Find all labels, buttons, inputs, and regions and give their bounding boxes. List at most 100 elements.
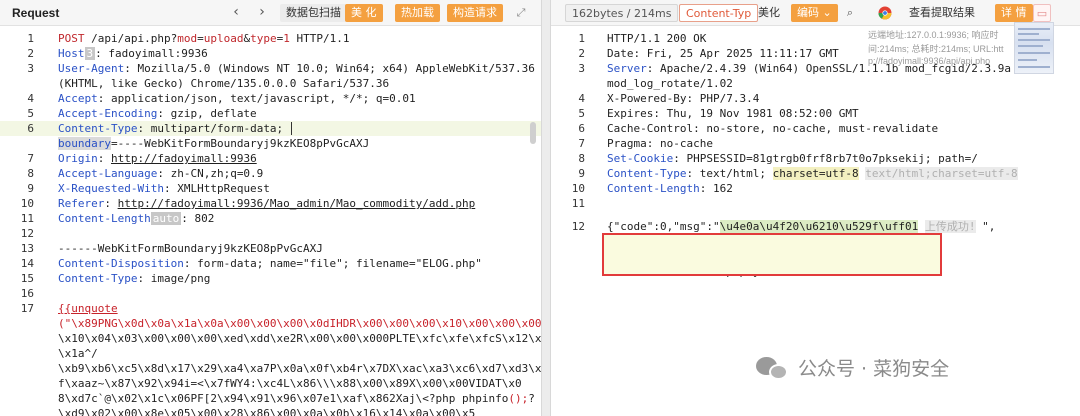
code-text: X-Powered-By: PHP/7.3.4	[607, 92, 760, 105]
line-content: X-Requested-With: XMLHttpRequest	[58, 181, 531, 196]
view-extract-button[interactable]: 查看提取结果	[903, 4, 981, 22]
response-code-line[interactable]: 8 Set-Cookie: PHPSESSID=81gtrgb0frf8rb7t0…	[551, 151, 1080, 166]
response-code-line[interactable]: 11	[551, 196, 1080, 211]
header-key: Host	[58, 47, 85, 60]
response-code-line[interactable]: 12 {"code":0,"msg":"\u4e0a\u4f20\u6210\u5…	[551, 219, 1080, 234]
request-code-line[interactable]: 8\xd7c`@\x02\x1c\x06PF[2\x94\x91\x96\x07…	[0, 391, 541, 406]
response-code-line[interactable]: 6 Cache-Control: no-store, no-cache, must…	[551, 121, 1080, 136]
request-code-line[interactable]: 16	[0, 286, 541, 301]
code-text: =	[197, 32, 204, 45]
hot-load-button[interactable]: 热加载	[395, 4, 440, 22]
request-code-line[interactable]: (KHTML, like Gecko) Chrome/135.0.0.0 Saf…	[0, 76, 541, 91]
watermark-text: 公众号 · 菜狗安全	[798, 358, 950, 380]
request-code-line[interactable]: \x1a^/	[0, 346, 541, 361]
request-code-line[interactable]: 8 Accept-Language: zh-CN,zh;q=0.9	[0, 166, 541, 181]
header-key: Content-Length	[58, 212, 151, 225]
line-number: 1	[578, 32, 585, 45]
watermark: 公众号 · 菜狗安全	[756, 354, 949, 381]
line-number: 11	[571, 197, 585, 210]
line-number: 6	[27, 122, 34, 135]
forward-arrow-icon[interactable]: ›	[254, 4, 270, 20]
request-code-line[interactable]: 3 User-Agent: Mozilla/5.0 (Windows NT 10.…	[0, 61, 541, 76]
packet-scan-button[interactable]: 数据包扫描	[280, 4, 347, 22]
content-type-button[interactable]: Content-Typ	[679, 4, 759, 22]
code-text: 8\xd7c`@\x02\x1c\x06PF[2\x94\x91\x96\x07…	[58, 392, 509, 405]
code-text: : application/json, text/javascript, */*…	[97, 92, 416, 105]
request-code-line[interactable]: 1 POST /api/api.php?mod=upload&type=1 HTT…	[0, 31, 541, 46]
request-code-line[interactable]: 13 ------WebKitFormBoundaryj9kzKEO8pPvGcA…	[0, 241, 541, 256]
encoding-dropdown[interactable]: 编码 ⌄	[791, 4, 838, 22]
response-code-line[interactable]: 3 Server: Apache/2.4.39 (Win64) OpenSSL/1…	[551, 61, 1080, 76]
response-code-line[interactable]: 5 Expires: Thu, 19 Nov 1981 08:52:00 GMT	[551, 106, 1080, 121]
url-link[interactable]: http://fadoyimall:9936/Mao_admin/Mao_com…	[118, 197, 476, 210]
request-code-line[interactable]: 7 Origin: http://fadoyimall:9936	[0, 151, 541, 166]
request-code-line[interactable]: ("\x89PNG\x0d\x0a\x1a\x0a\x00\x00\x00\x0…	[0, 316, 541, 331]
beautify-button[interactable]: 美 化	[345, 4, 383, 22]
code-text: : zh-CN,zh;q=0.9	[157, 167, 264, 180]
response-code-line[interactable]: mod_log_rotate/1.02	[551, 76, 1080, 91]
line-number: 15	[20, 272, 34, 285]
code-text: (KHTML, like Gecko) Chrome/135.0.0.0 Saf…	[58, 77, 390, 90]
code-text: : 162	[699, 182, 733, 195]
code-text: ------WebKitFormBoundaryj9kzKEO8pPvGcAXJ	[58, 242, 323, 255]
request-title: Request	[12, 6, 60, 20]
request-scroll-thumb[interactable]	[530, 122, 536, 144]
request-code-line[interactable]: 9 X-Requested-With: XMLHttpRequest	[0, 181, 541, 196]
line-content: {{unquote	[58, 301, 531, 316]
request-token: POST	[58, 32, 85, 45]
code-text: /api/api.php?	[84, 32, 178, 45]
chrome-icon[interactable]	[876, 4, 894, 22]
pane-divider[interactable]	[542, 0, 550, 416]
response-code-line[interactable]: 10 Content-Length: 162	[551, 181, 1080, 196]
request-code-line[interactable]: \x10\x04\x03\x00\x00\x00\xed\xdd\xe2R\x0…	[0, 331, 541, 346]
request-code-line[interactable]: 11 Content-Length auto: 802	[0, 211, 541, 226]
text-cursor	[290, 122, 292, 135]
remote-info-line-2: 间:214ms; 总耗时:214ms; URL:htt	[868, 44, 1004, 54]
expand-icon[interactable]: ⤢	[512, 4, 530, 22]
line-number: 2	[578, 47, 585, 60]
request-code-line[interactable]: 6 Content-Type: multipart/form-data;	[0, 121, 541, 136]
line-content: Content-Disposition: form-data; name="fi…	[58, 256, 531, 271]
line-content: Cache-Control: no-store, no-cache, must-…	[607, 121, 1070, 136]
unquote-tag: {{unquote	[58, 302, 118, 315]
line-content: boundary=----WebKitFormBoundaryj9kzKEO8p…	[58, 136, 531, 151]
request-code-line[interactable]: 12	[0, 226, 541, 241]
line-content: Server: Apache/2.4.39 (Win64) OpenSSL/1.…	[607, 61, 1070, 76]
line-content: \x10\x04\x03\x00\x00\x00\xed\xdd\xe2R\x0…	[58, 331, 541, 346]
request-code-line[interactable]: \xb9\xb6\xc5\x8d\x17\x29\xa4\xa7P\x0a\x0…	[0, 361, 541, 376]
request-code-line[interactable]: 5 Accept-Encoding: gzip, deflate	[0, 106, 541, 121]
line-number: 13	[20, 242, 34, 255]
request-code-line[interactable]: 4 Accept: application/json, text/javascri…	[0, 91, 541, 106]
highlight-box	[602, 233, 942, 276]
line-number: 10	[571, 182, 585, 195]
url-link[interactable]: http://fadoyimall:9936	[111, 152, 257, 165]
header-key: Set-Cookie	[607, 152, 674, 165]
line-number: 7	[578, 137, 585, 150]
request-scrollbar[interactable]	[530, 27, 536, 416]
search-icon[interactable]: ⌕	[841, 4, 859, 22]
code-text: : form-data; name="file"; filename="ELOG…	[183, 257, 482, 270]
build-request-button[interactable]: 构造请求	[447, 4, 503, 22]
request-code-line[interactable]: f\xaaz~\x87\x92\x94i=<\x7fWY4:\xc4L\x86\…	[0, 376, 541, 391]
request-code-line[interactable]: 15 Content-Type: image/png	[0, 271, 541, 286]
request-editor[interactable]: 1 POST /api/api.php?mod=upload&type=1 HTT…	[0, 27, 541, 416]
request-code-line[interactable]: 17 {{unquote	[0, 301, 541, 316]
request-code-line[interactable]: 14 Content-Disposition: form-data; name="…	[0, 256, 541, 271]
response-beautify-button[interactable]: 美化	[752, 4, 786, 22]
header-key: User-Agent	[58, 62, 125, 75]
code-text: : multipart/form-data;	[137, 122, 290, 135]
request-code-line[interactable]: 10 Referer: http://fadoyimall:9936/Mao_ad…	[0, 196, 541, 211]
response-code-line[interactable]: 4 X-Powered-By: PHP/7.3.4	[551, 91, 1080, 106]
request-code-line[interactable]: \xd9\x02\x00\x8e\x05\x00\x28\x86\x00\x0a…	[0, 406, 541, 416]
request-code-line[interactable]: boundary=----WebKitFormBoundaryj9kzKEO8p…	[0, 136, 541, 151]
details-button[interactable]: 详 情	[995, 4, 1033, 22]
code-text: :	[97, 152, 111, 165]
response-code-line[interactable]: 7 Pragma: no-cache	[551, 136, 1080, 151]
back-arrow-icon[interactable]: ‹	[228, 4, 244, 20]
request-code-line[interactable]: 2 Host 3: fadoyimall:9936	[0, 46, 541, 61]
response-code-line[interactable]: 9 Content-Type: text/html; charset=utf-8 …	[551, 166, 1080, 181]
line-content: Content-Length auto: 802	[58, 211, 531, 226]
header-key: Content-Length	[607, 182, 700, 195]
request-pane: Request ‹ › 数据包扫描 美 化 热加载 构造请求 ⤢ 1 POST /…	[0, 0, 542, 416]
message-icon[interactable]: ▭	[1033, 4, 1051, 22]
